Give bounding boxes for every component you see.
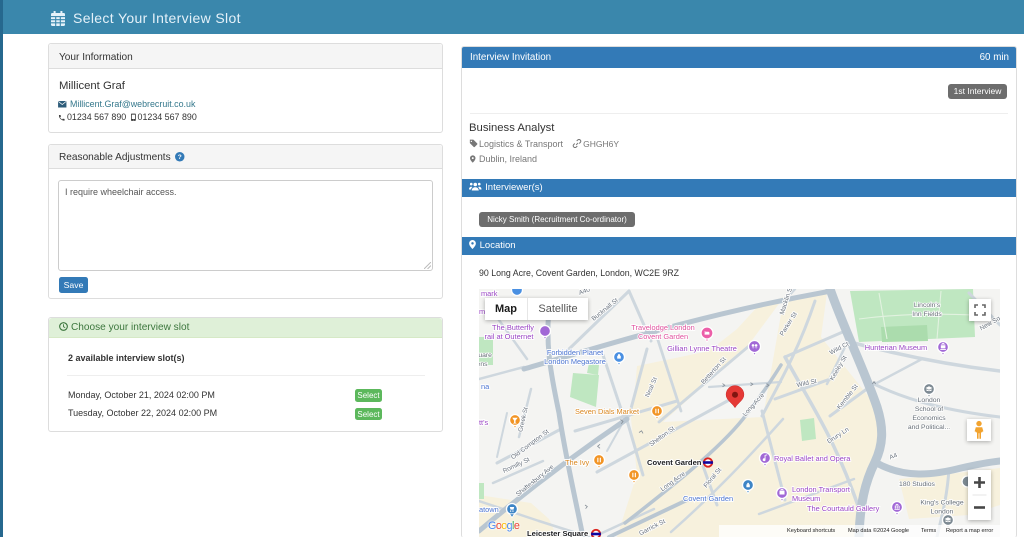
svg-text:Covent Garden: Covent Garden: [683, 494, 733, 503]
svg-text:Seven Dials Market: Seven Dials Market: [575, 407, 639, 416]
svg-text:na: na: [481, 382, 490, 391]
svg-text:Square: Square: [479, 352, 492, 359]
svg-text:Lincoln's: Lincoln's: [914, 302, 941, 309]
svg-text:rdens: rdens: [479, 361, 488, 368]
svg-text:?: ?: [178, 154, 182, 161]
svg-text:rail at Outernet: rail at Outernet: [485, 332, 534, 341]
svg-text:Gillian Lynne Theatre: Gillian Lynne Theatre: [667, 344, 737, 353]
svg-text:Inn Fields: Inn Fields: [912, 311, 942, 318]
svg-text:and Political...: and Political...: [908, 424, 950, 431]
svg-text:Covent Garden: Covent Garden: [638, 332, 688, 341]
svg-text:The Butterfly: The Butterfly: [492, 323, 534, 332]
svg-text:180 Studios: 180 Studios: [899, 481, 936, 488]
svg-text:Museum: Museum: [792, 494, 820, 503]
svg-text:Economics: Economics: [912, 415, 946, 422]
svg-text:mark: mark: [481, 289, 498, 298]
svg-text:tt's: tt's: [479, 418, 489, 427]
svg-text:London Megastore: London Megastore: [544, 357, 606, 366]
svg-text:Leicester Square: Leicester Square: [527, 529, 588, 537]
svg-text:Hunterian Museum: Hunterian Museum: [865, 343, 927, 352]
svg-text:The Courtauld Gallery: The Courtauld Gallery: [807, 504, 880, 513]
svg-text:Travelodge London: Travelodge London: [631, 323, 694, 332]
svg-text:atown: atown: [479, 505, 499, 514]
svg-text:London Transport: London Transport: [792, 485, 850, 494]
svg-text:School of: School of: [915, 406, 943, 413]
svg-text:Covent Garden: Covent Garden: [647, 458, 702, 467]
svg-text:London: London: [918, 397, 941, 404]
svg-text:The Ivy: The Ivy: [565, 458, 590, 467]
svg-text:Forbidden Planet: Forbidden Planet: [547, 348, 603, 357]
svg-text:King's College: King's College: [920, 500, 963, 507]
svg-text:Royal Ballet and Opera: Royal Ballet and Opera: [774, 454, 851, 463]
